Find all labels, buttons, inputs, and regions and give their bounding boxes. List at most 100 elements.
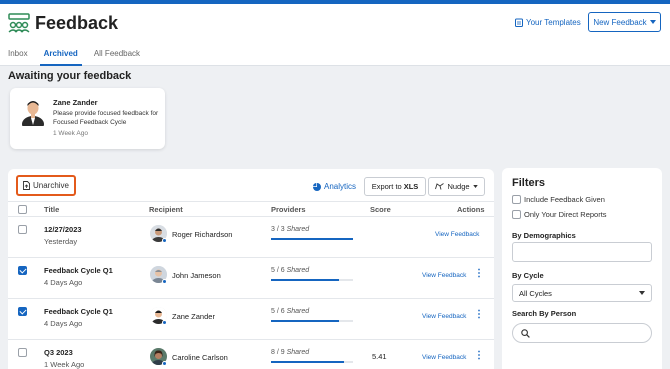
awaiting-message: Please provide focused feedback for Focu… bbox=[53, 110, 159, 126]
providers-progress-bar bbox=[271, 238, 353, 240]
row-providers: 3 / 3 Shared bbox=[271, 226, 309, 233]
providers-progress-bar bbox=[271, 320, 353, 322]
row-providers: 8 / 9 Shared bbox=[271, 349, 309, 356]
export-xls-button[interactable]: Export to XLS bbox=[364, 177, 426, 196]
providers-progress-fill bbox=[271, 361, 344, 363]
column-providers: Providers bbox=[271, 205, 306, 214]
include-feedback-given-label: Include Feedback Given bbox=[524, 195, 605, 204]
row-providers: 5 / 6 Shared bbox=[271, 308, 309, 315]
include-feedback-given-checkbox[interactable] bbox=[512, 195, 521, 204]
status-dot bbox=[162, 238, 167, 243]
feedback-table-panel: Unarchive Analytics Export to XLS Nudge … bbox=[8, 169, 494, 369]
providers-count: 5 / 6 bbox=[271, 267, 285, 274]
more-options-icon[interactable]: ⋮ bbox=[474, 351, 484, 361]
row-date: Yesterday bbox=[44, 237, 78, 246]
providers-progress-fill bbox=[271, 279, 340, 281]
row-title: Feedback Cycle Q1 bbox=[44, 307, 113, 316]
column-title: Title bbox=[44, 205, 60, 214]
analytics-link[interactable]: Analytics bbox=[313, 182, 356, 191]
row-checkbox[interactable] bbox=[18, 307, 27, 316]
table-row[interactable]: 12/27/2023 Yesterday Roger Richardson 3 … bbox=[8, 217, 494, 258]
chevron-down-icon bbox=[649, 20, 656, 24]
select-all-checkbox[interactable] bbox=[18, 205, 27, 214]
table-row[interactable]: Feedback Cycle Q1 4 Days Ago Zane Zander… bbox=[8, 299, 494, 340]
column-recipient: Recipient bbox=[149, 205, 183, 214]
status-dot bbox=[162, 320, 167, 325]
tab-inbox[interactable]: Inbox bbox=[0, 48, 36, 66]
row-date: 1 Week Ago bbox=[44, 360, 85, 369]
search-icon bbox=[521, 329, 530, 338]
app-header: Feedback Your Templates New Feedback Inb… bbox=[0, 4, 670, 66]
unarchive-label: Unarchive bbox=[32, 181, 69, 190]
providers-progress-bar bbox=[271, 361, 353, 363]
status-dot bbox=[162, 279, 167, 284]
column-score: Score bbox=[370, 205, 391, 214]
row-date: 4 Days Ago bbox=[44, 278, 83, 287]
table-row[interactable]: Feedback Cycle Q1 4 Days Ago John Jameso… bbox=[8, 258, 494, 299]
person-search-input[interactable] bbox=[512, 323, 652, 343]
chevron-down-icon bbox=[472, 185, 478, 188]
providers-count: 5 / 6 bbox=[271, 308, 285, 315]
providers-progress-fill bbox=[271, 238, 353, 240]
feedback-tabs: Inbox Archived All Feedback bbox=[0, 48, 148, 66]
new-feedback-button[interactable]: New Feedback bbox=[588, 12, 661, 32]
row-score: 5.41 bbox=[372, 352, 387, 361]
nudge-button[interactable]: Nudge bbox=[428, 177, 485, 196]
clipboard-icon bbox=[515, 18, 523, 27]
awaiting-time: 1 Week Ago bbox=[53, 130, 88, 137]
column-actions: Actions bbox=[457, 205, 485, 214]
tab-archived[interactable]: Archived bbox=[36, 48, 86, 66]
direct-reports-label: Only Your Direct Reports bbox=[524, 210, 607, 219]
view-feedback-link[interactable]: View Feedback bbox=[435, 231, 479, 238]
nudge-icon bbox=[435, 183, 445, 190]
row-title: Q3 2023 bbox=[44, 348, 73, 357]
cycle-select[interactable]: All Cycles bbox=[512, 284, 652, 302]
filters-title: Filters bbox=[512, 177, 546, 189]
tab-all-feedback[interactable]: All Feedback bbox=[86, 48, 148, 66]
row-checkbox[interactable] bbox=[18, 348, 27, 357]
your-templates-link[interactable]: Your Templates bbox=[515, 18, 581, 27]
providers-status: Shared bbox=[286, 226, 310, 233]
avatar bbox=[22, 101, 44, 126]
chevron-down-icon bbox=[639, 291, 645, 295]
row-recipient: Zane Zander bbox=[172, 312, 215, 321]
providers-status: Shared bbox=[286, 308, 310, 315]
row-title: Feedback Cycle Q1 bbox=[44, 266, 113, 275]
direct-reports-checkbox[interactable] bbox=[512, 210, 521, 219]
row-checkbox[interactable] bbox=[18, 225, 27, 234]
table-header: Title Recipient Providers Score Actions bbox=[8, 201, 494, 217]
awaiting-feedback-card[interactable]: Zane Zander Please provide focused feedb… bbox=[10, 88, 165, 149]
row-title: 12/27/2023 bbox=[44, 225, 82, 234]
providers-progress-fill bbox=[271, 320, 340, 322]
table-row[interactable]: Q3 2023 1 Week Ago Caroline Carlson 8 / … bbox=[8, 340, 494, 369]
row-recipient: John Jameson bbox=[172, 271, 221, 280]
pie-chart-icon bbox=[313, 182, 321, 191]
nudge-label: Nudge bbox=[447, 182, 470, 191]
status-dot bbox=[162, 361, 167, 366]
feedback-logo-icon bbox=[8, 13, 30, 33]
row-recipient: Roger Richardson bbox=[172, 230, 233, 239]
providers-count: 3 / 3 bbox=[271, 226, 285, 233]
row-date: 4 Days Ago bbox=[44, 319, 83, 328]
cycle-select-value: All Cycles bbox=[519, 288, 552, 298]
app-title: Feedback bbox=[35, 13, 119, 33]
row-checkbox[interactable] bbox=[18, 266, 27, 275]
more-options-icon[interactable]: ⋮ bbox=[474, 310, 484, 320]
providers-status: Shared bbox=[286, 267, 310, 274]
new-feedback-label: New Feedback bbox=[593, 17, 647, 27]
view-feedback-link[interactable]: View Feedback bbox=[422, 354, 466, 361]
row-providers: 5 / 6 Shared bbox=[271, 267, 309, 274]
unarchive-button[interactable]: Unarchive bbox=[16, 175, 76, 196]
demographics-input[interactable] bbox=[512, 242, 652, 262]
providers-status: Shared bbox=[286, 349, 310, 356]
more-options-icon[interactable]: ⋮ bbox=[474, 269, 484, 279]
view-feedback-link[interactable]: View Feedback bbox=[422, 313, 466, 320]
search-by-person-label: Search By Person bbox=[512, 309, 577, 318]
analytics-label: Analytics bbox=[324, 182, 357, 191]
awaiting-feedback-heading: Awaiting your feedback bbox=[8, 70, 132, 82]
by-cycle-label: By Cycle bbox=[512, 271, 544, 280]
awaiting-person-name: Zane Zander bbox=[53, 98, 98, 107]
providers-count: 8 / 9 bbox=[271, 349, 285, 356]
row-recipient: Caroline Carlson bbox=[172, 353, 228, 362]
view-feedback-link[interactable]: View Feedback bbox=[422, 272, 466, 279]
